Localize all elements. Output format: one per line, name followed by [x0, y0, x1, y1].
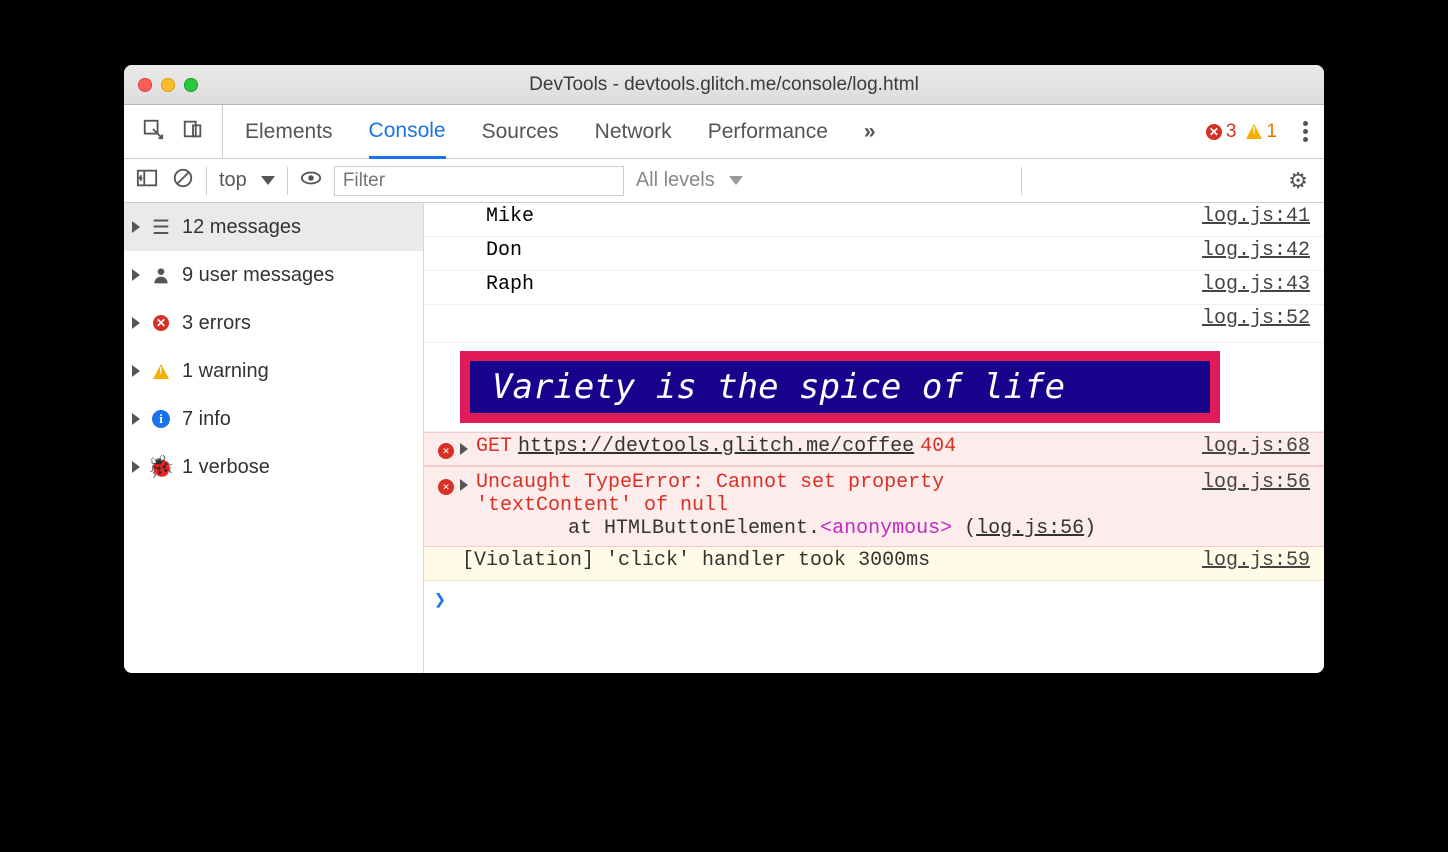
request-url[interactable]: https://devtools.glitch.me/coffee — [518, 435, 914, 458]
expand-icon — [132, 413, 140, 425]
clear-console-icon[interactable] — [172, 167, 194, 195]
sidebar-item-label: 12 messages — [182, 216, 301, 239]
error-icon: ✕ — [438, 443, 454, 459]
menu-icon[interactable] — [1303, 129, 1308, 134]
devtools-window: DevTools - devtools.glitch.me/console/lo… — [124, 65, 1324, 673]
log-text: Mike — [486, 205, 534, 228]
source-link[interactable]: log.js:68 — [1202, 435, 1310, 458]
chevron-down-icon — [261, 176, 275, 185]
styled-log-row: Variety is the spice of life — [424, 343, 1324, 432]
expand-icon — [132, 461, 140, 473]
error-icon: ✕ — [153, 315, 169, 331]
inspect-icon[interactable] — [142, 118, 164, 146]
source-link[interactable]: log.js:43 — [1202, 273, 1310, 296]
console-sidebar: ☰ 12 messages 9 user messages ✕ 3 errors… — [124, 203, 424, 673]
close-icon[interactable] — [138, 78, 152, 92]
stack-trace: at HTMLButtonElement.<anonymous> (log.js… — [476, 517, 1202, 540]
info-icon: i — [152, 410, 170, 428]
warning-icon — [153, 364, 169, 379]
warning-row: [Violation] 'click' handler took 3000ms … — [424, 547, 1324, 581]
tabs-overflow[interactable]: » — [864, 105, 876, 158]
expand-icon — [132, 317, 140, 329]
error-row: ✕ GET https://devtools.glitch.me/coffee … — [424, 432, 1324, 466]
log-row: Raph log.js:43 — [424, 271, 1324, 305]
sidebar-toggle-icon[interactable] — [136, 167, 158, 195]
warning-count: 1 — [1266, 121, 1277, 143]
source-link[interactable]: log.js:42 — [1202, 239, 1310, 262]
console-prompt[interactable]: ❯ — [424, 581, 1324, 617]
console-toolbar: top All levels ⚙ — [124, 159, 1324, 203]
zoom-icon[interactable] — [184, 78, 198, 92]
console-output: Mike log.js:41 Don log.js:42 Raph log.js… — [424, 203, 1324, 673]
source-link[interactable]: log.js:41 — [1202, 205, 1310, 228]
window-title: DevTools - devtools.glitch.me/console/lo… — [124, 74, 1324, 96]
http-status: 404 — [920, 435, 956, 458]
tab-console[interactable]: Console — [369, 106, 446, 159]
device-toolbar-icon[interactable] — [182, 118, 204, 146]
source-link[interactable]: log.js:59 — [1202, 549, 1310, 572]
error-count: 3 — [1226, 121, 1237, 143]
log-text: Raph — [486, 273, 534, 296]
expand-icon — [132, 269, 140, 281]
expand-icon — [132, 365, 140, 377]
error-row: ✕ Uncaught TypeError: Cannot set propert… — [424, 466, 1324, 547]
sidebar-item-messages[interactable]: ☰ 12 messages — [124, 203, 423, 251]
log-text: Don — [486, 239, 522, 262]
warning-count-badge[interactable]: 1 — [1246, 121, 1277, 143]
live-expression-icon[interactable] — [300, 167, 322, 195]
error-count-badge[interactable]: ✕ 3 — [1206, 121, 1237, 143]
expand-icon — [132, 221, 140, 233]
source-link[interactable]: log.js:52 — [1202, 307, 1310, 330]
list-icon: ☰ — [152, 215, 170, 240]
execution-context-selector[interactable]: top — [207, 159, 287, 202]
expand-icon[interactable] — [460, 479, 468, 491]
stack-source-link[interactable]: log.js:56 — [976, 517, 1084, 540]
prompt-caret-icon: ❯ — [434, 587, 446, 611]
error-icon: ✕ — [438, 479, 454, 495]
sidebar-item-warning[interactable]: 1 warning — [124, 347, 423, 395]
sidebar-item-label: 7 info — [182, 408, 231, 431]
traffic-lights — [138, 78, 198, 92]
sidebar-item-label: 3 errors — [182, 312, 251, 335]
tabs-row: Elements Console Sources Network Perform… — [124, 105, 1324, 159]
chevron-down-icon — [729, 176, 743, 185]
error-message: 'textContent' of null — [476, 494, 728, 517]
http-method: GET — [476, 435, 512, 458]
warning-message: [Violation] 'click' handler took 3000ms — [462, 549, 930, 572]
error-message: Uncaught TypeError: Cannot set property — [476, 471, 944, 494]
tab-performance[interactable]: Performance — [708, 105, 828, 158]
warning-icon — [1246, 124, 1262, 139]
sidebar-item-errors[interactable]: ✕ 3 errors — [124, 299, 423, 347]
user-icon — [151, 265, 171, 285]
context-label: top — [219, 169, 247, 192]
log-row: Mike log.js:41 — [424, 203, 1324, 237]
console-body: ☰ 12 messages 9 user messages ✕ 3 errors… — [124, 203, 1324, 673]
sidebar-item-user-messages[interactable]: 9 user messages — [124, 251, 423, 299]
expand-icon[interactable] — [460, 443, 468, 455]
levels-label: All levels — [636, 169, 715, 192]
styled-log-banner: Variety is the spice of life — [460, 351, 1220, 423]
sidebar-item-label: 1 verbose — [182, 456, 270, 479]
filter-input[interactable] — [334, 166, 624, 196]
sidebar-item-label: 1 warning — [182, 360, 269, 383]
sidebar-item-verbose[interactable]: 🐞 1 verbose — [124, 443, 423, 491]
bug-icon: 🐞 — [147, 454, 174, 480]
log-levels-selector[interactable]: All levels — [624, 159, 755, 202]
tab-sources[interactable]: Sources — [482, 105, 559, 158]
error-icon: ✕ — [1206, 124, 1222, 140]
sidebar-item-label: 9 user messages — [182, 264, 334, 287]
source-link[interactable]: log.js:56 — [1202, 471, 1310, 540]
log-row: Don log.js:42 — [424, 237, 1324, 271]
tab-network[interactable]: Network — [595, 105, 672, 158]
tab-elements[interactable]: Elements — [245, 105, 333, 158]
sidebar-item-info[interactable]: i 7 info — [124, 395, 423, 443]
minimize-icon[interactable] — [161, 78, 175, 92]
settings-icon[interactable]: ⚙ — [1288, 168, 1324, 194]
titlebar: DevTools - devtools.glitch.me/console/lo… — [124, 65, 1324, 105]
log-row: log.js:52 — [424, 305, 1324, 343]
